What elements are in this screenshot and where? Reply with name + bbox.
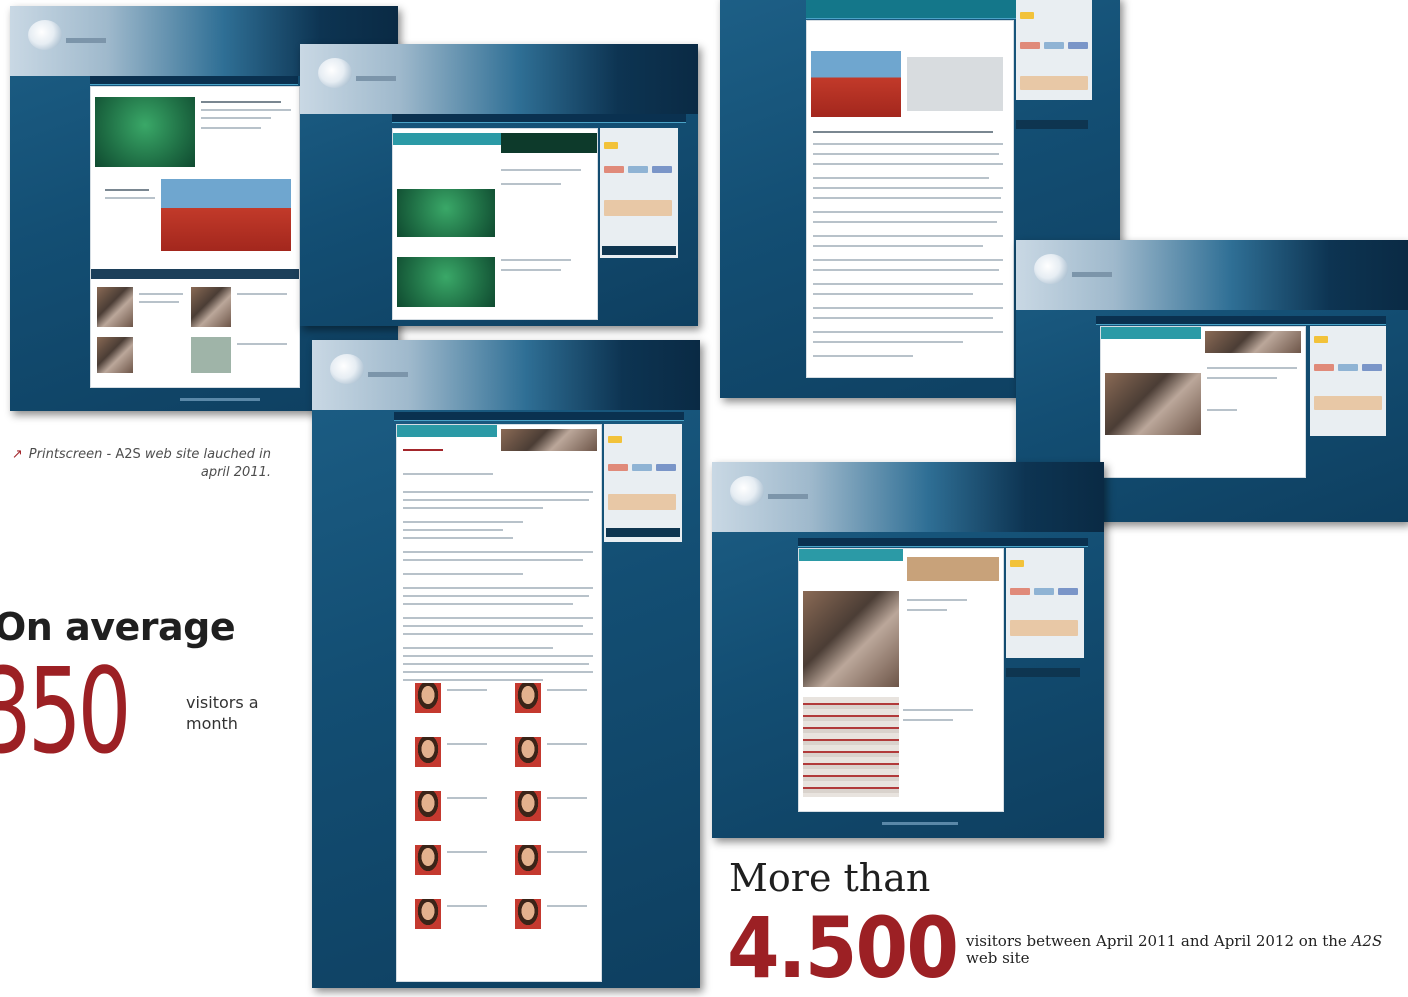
team-photo xyxy=(515,845,541,875)
site-nav xyxy=(394,412,684,421)
site-banner xyxy=(300,44,698,114)
site-nav xyxy=(1096,316,1386,325)
team-photo xyxy=(415,737,441,767)
total-stat-unit-end: web site xyxy=(966,949,1030,967)
sidebar xyxy=(1006,548,1084,658)
site-nav xyxy=(90,76,298,85)
team-photo xyxy=(515,737,541,767)
team-photo xyxy=(415,845,441,875)
site-logo xyxy=(330,354,364,384)
screenshot-caption: ↗ Printscreen - A2S web site lauched in a… xyxy=(11,446,271,482)
sidebar xyxy=(600,128,678,258)
site-banner xyxy=(712,462,1104,532)
site-nav xyxy=(392,114,686,123)
sidebar xyxy=(1016,0,1092,100)
site-logo xyxy=(28,20,62,50)
team-photo xyxy=(515,899,541,929)
content-area xyxy=(90,86,300,388)
site-logo xyxy=(730,476,764,506)
site-logo xyxy=(1034,254,1068,284)
screenshot-news xyxy=(300,44,698,326)
caption-text-end: web site lauched in april 2011. xyxy=(140,447,271,480)
site-nav xyxy=(806,0,1032,19)
content-area xyxy=(396,424,602,982)
screenshot-team xyxy=(312,340,700,988)
team-photo xyxy=(515,683,541,713)
monthly-stat-unit: visitors a month xyxy=(186,693,259,733)
content-area xyxy=(392,128,598,320)
site-logo xyxy=(318,58,352,88)
screenshot-publications xyxy=(712,462,1104,838)
content-area xyxy=(1100,326,1306,478)
caption-site-name: A2S xyxy=(115,447,141,462)
team-photo xyxy=(415,683,441,713)
monthly-stat-number: 350 xyxy=(0,642,132,780)
content-area xyxy=(798,548,1004,812)
site-nav xyxy=(798,538,1088,547)
total-stat-unit: visitors between April 2011 and April 20… xyxy=(966,933,1386,967)
caption-text-start: Printscreen - xyxy=(28,447,116,462)
content-area xyxy=(806,20,1014,378)
total-stat-number: 4.500 xyxy=(727,899,959,997)
total-stat-unit-start: visitors between April 2011 and April 20… xyxy=(966,932,1352,950)
team-photo xyxy=(415,791,441,821)
team-photo xyxy=(515,791,541,821)
total-stat-label: More than xyxy=(729,856,931,900)
sidebar xyxy=(604,424,682,542)
sidebar xyxy=(1310,326,1386,436)
site-banner xyxy=(312,340,700,410)
team-photo xyxy=(415,899,441,929)
caption-arrow-icon: ↗ xyxy=(11,447,23,462)
total-stat-site-name: A2S xyxy=(1351,932,1383,950)
site-banner xyxy=(1016,240,1408,310)
